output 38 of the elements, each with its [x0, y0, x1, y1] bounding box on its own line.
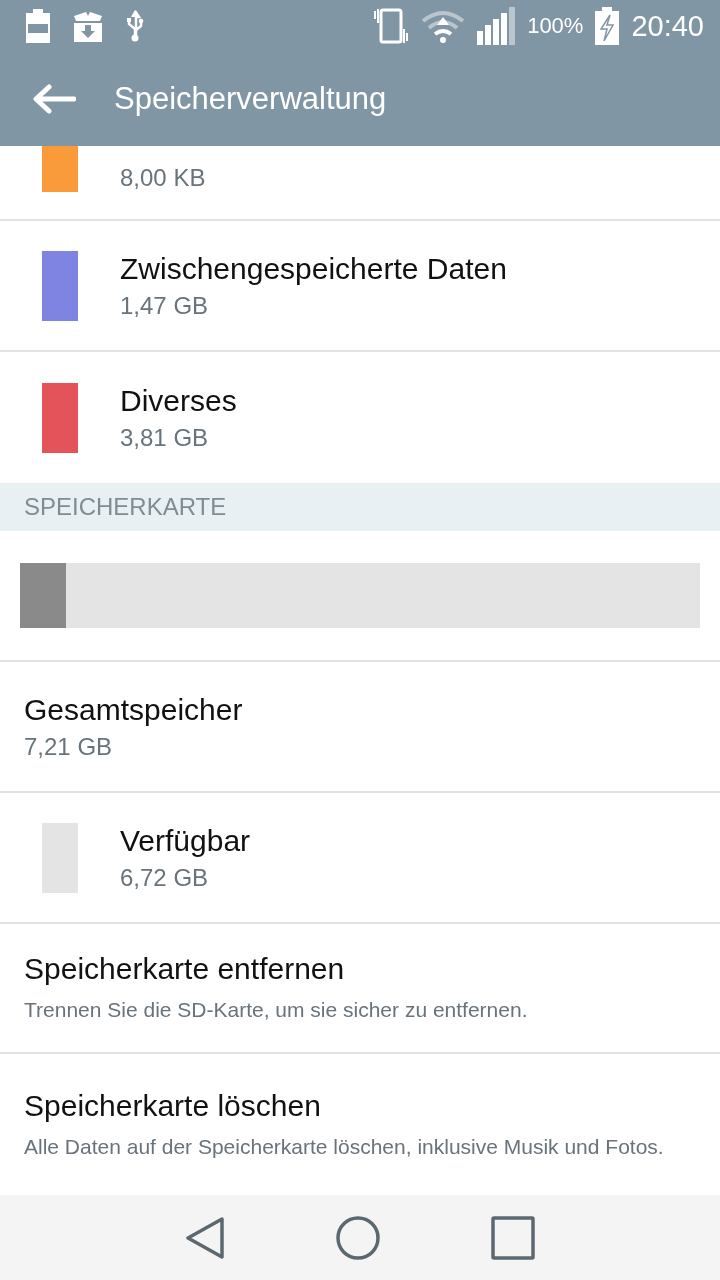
usb-icon [126, 9, 144, 43]
action-title: Speicherkarte entfernen [24, 951, 345, 986]
category-size: 1,47 GB [120, 291, 210, 320]
clock-time: 20:40 [631, 9, 704, 43]
settings-action-item[interactable]: Speicherkarte entfernen Trennen Sie die SD-Karte, um sie sicher zu entfernen. [0, 924, 720, 1054]
category-size: 6,72 GB [120, 863, 210, 892]
category-name: Verfügbar [120, 823, 251, 858]
storage-category-item[interactable]: Zwischengespeicherte Daten 1,47 GB [0, 221, 720, 352]
action-title: Speicherkarte löschen [24, 1089, 321, 1123]
action-description: Trennen Sie die SD-Karte, um sie sicher zu entfernen. [24, 996, 528, 1023]
download-box-icon [72, 10, 104, 42]
back-arrow-icon [32, 84, 76, 114]
category-name: Zwischengespeicherte Daten [120, 251, 507, 286]
nav-back-button[interactable] [185, 1216, 226, 1259]
wifi-icon [421, 9, 466, 43]
nav-home-button[interactable] [336, 1215, 380, 1260]
signal-icon [477, 7, 516, 45]
settings-action-item[interactable]: Speicherkarte löschen Alle Daten auf der Speicherkarte löschen, inklusive Musik und Fotos. [0, 1054, 720, 1195]
circle-home-icon [336, 1215, 380, 1260]
triangle-back-icon [185, 1216, 226, 1259]
storage-category-item[interactable]: Verfügbar 6,72 GB [0, 793, 720, 924]
category-size: 3,81 GB [120, 423, 210, 452]
vibrate-icon [373, 8, 410, 44]
category-size: 8,00 KB [120, 164, 206, 192]
category-name: Diverses [120, 383, 237, 418]
section-header: SPEICHERKARTE [0, 483, 720, 531]
storage-category-item[interactable]: Diverses 3,81 GB [0, 352, 720, 483]
storage-category-item[interactable]: 8,00 KB [0, 146, 720, 221]
info-value: 7,21 GB [24, 732, 113, 761]
battery-percentage: 100% [527, 13, 584, 39]
action-description: Alle Daten auf der Speicherkarte löschen, inklusive Musik und Fotos. [24, 1134, 664, 1160]
square-recents-icon [490, 1215, 535, 1260]
info-title: Gesamtspeicher [24, 692, 243, 727]
back-button[interactable] [32, 84, 76, 114]
screen-title: Speicherverwaltung [114, 81, 387, 117]
battery-charging-icon [595, 7, 620, 45]
nav-recents-button[interactable] [490, 1215, 535, 1260]
battery-full-icon [26, 9, 50, 43]
